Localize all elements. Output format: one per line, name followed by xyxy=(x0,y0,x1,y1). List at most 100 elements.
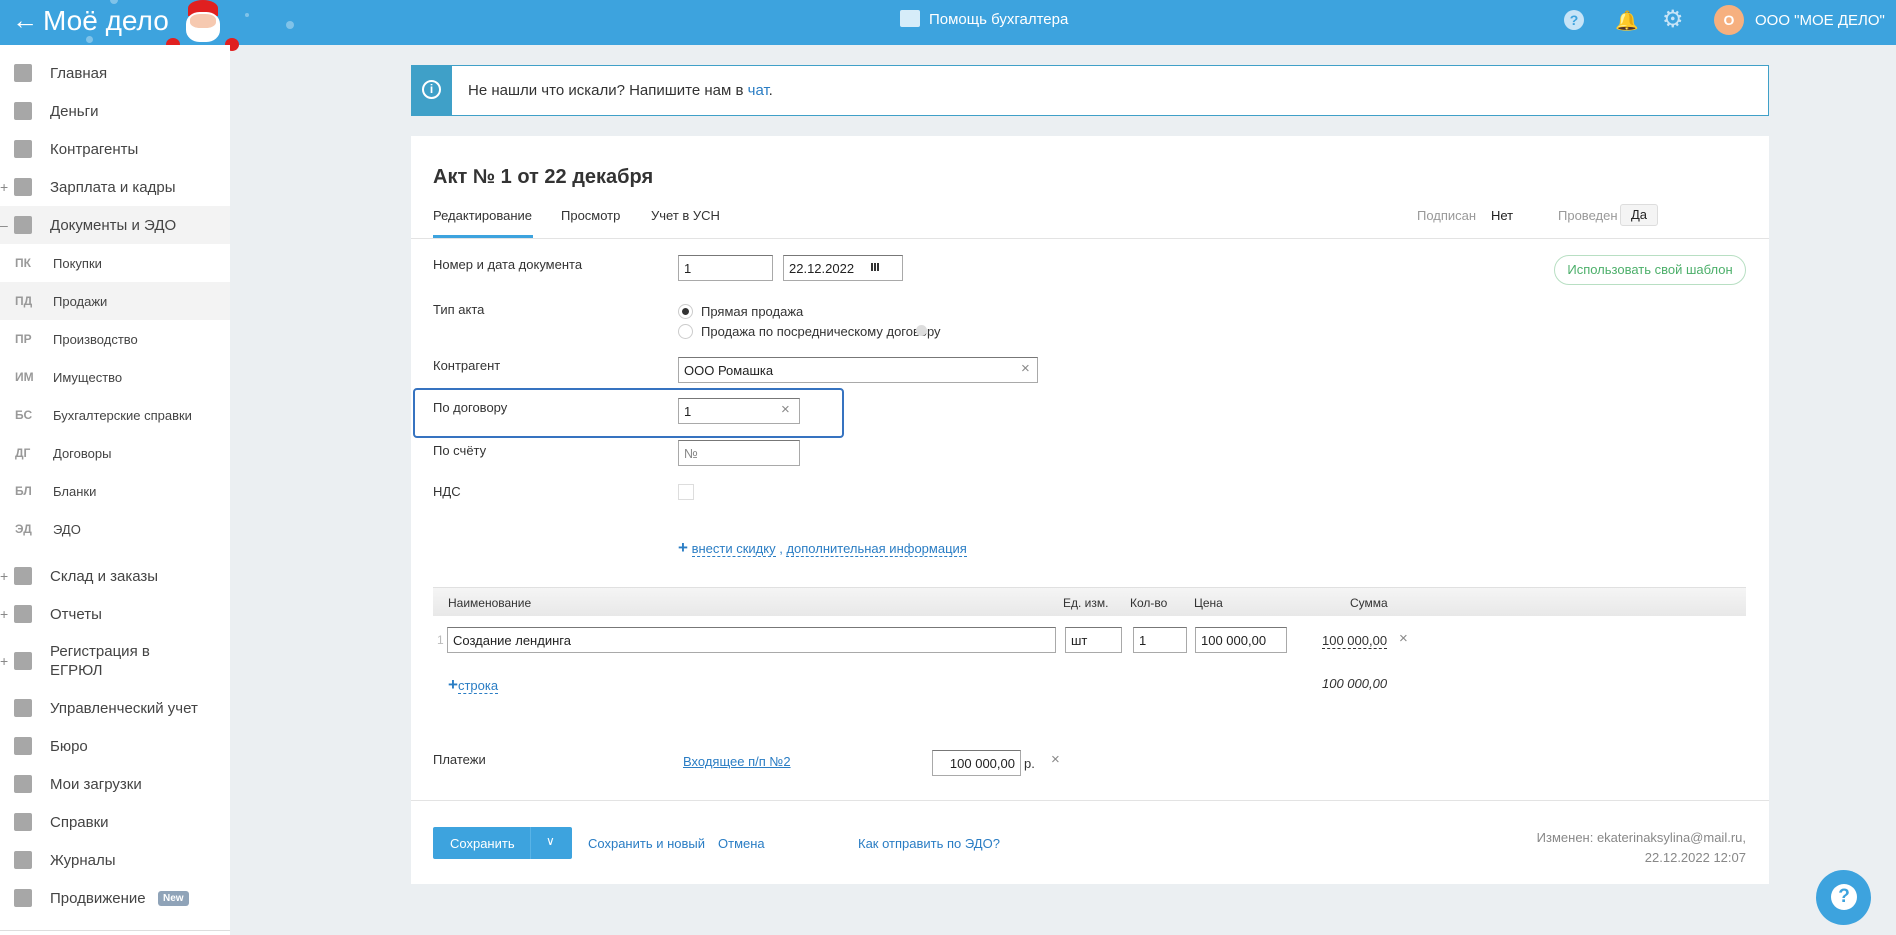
remove-payment-icon[interactable]: × xyxy=(1051,751,1060,768)
doc-date-input[interactable]: 22.12.2022 xyxy=(783,255,903,281)
floating-help-button[interactable]: ? xyxy=(1816,870,1871,925)
expander[interactable]: + xyxy=(0,179,8,195)
sidebar-item2-6[interactable]: Справки xyxy=(0,803,230,841)
posted-toggle[interactable]: Да xyxy=(1620,204,1658,226)
expander[interactable]: + xyxy=(0,653,8,669)
item-name-input[interactable]: Создание лендинга xyxy=(447,627,1056,653)
tab-edit[interactable]: Редактирование xyxy=(433,208,532,223)
item-qty-input[interactable]: 1 xyxy=(1133,627,1187,653)
radio-direct-sale[interactable] xyxy=(678,304,693,319)
sidebar-item2-1[interactable]: + Отчеты xyxy=(0,595,230,633)
col-qty: Кол-во xyxy=(1130,596,1168,610)
doc-number-input[interactable]: 1 xyxy=(678,255,773,281)
signed-value[interactable]: Нет xyxy=(1491,208,1513,223)
back-arrow-icon[interactable]: ← xyxy=(12,5,38,36)
accountant-help-title[interactable]: Помощь бухгалтера xyxy=(929,11,1068,28)
edo-help-link[interactable]: Как отправить по ЭДО? xyxy=(858,836,1000,851)
clear-counterparty-icon[interactable]: × xyxy=(1021,360,1030,377)
add-row-link[interactable]: строка xyxy=(457,678,499,694)
info-icon[interactable] xyxy=(916,325,927,336)
sidebar-item2-8[interactable]: Продвижение New xyxy=(0,879,230,917)
invoice-input[interactable]: № xyxy=(678,440,800,466)
changed-by: Изменен: ekaterinaksylina@mail.ru, xyxy=(1536,830,1746,845)
info-banner: i Не нашли что искали? Напишите нам в ча… xyxy=(411,65,1769,116)
vat-checkbox[interactable] xyxy=(678,484,694,500)
expander[interactable]: – xyxy=(0,217,8,233)
sidebar-item2-5[interactable]: Мои загрузки xyxy=(0,765,230,803)
money-icon xyxy=(14,102,32,120)
radio-agency-sale-label[interactable]: Продажа по посредническому договору xyxy=(701,324,941,339)
expander[interactable]: + xyxy=(0,568,8,584)
chevron-down-icon[interactable]: ∨ xyxy=(546,834,555,848)
sidebar-item-2[interactable]: Контрагенты xyxy=(0,130,230,168)
sidebar-subitem-6[interactable]: БЛ Бланки xyxy=(0,472,230,510)
folder-icon xyxy=(14,775,32,793)
sidebar-item-0[interactable]: Главная xyxy=(0,54,230,92)
cancel-link[interactable]: Отмена xyxy=(718,836,765,851)
sidebar-item2-0[interactable]: + Склад и заказы xyxy=(0,557,230,595)
clear-contract-icon[interactable]: × xyxy=(781,401,790,418)
sidebar-subitem-0[interactable]: ПК Покупки xyxy=(0,244,230,282)
sidebar-item2-7[interactable]: Журналы xyxy=(0,841,230,879)
expander[interactable]: + xyxy=(0,606,8,622)
radio-agency-sale[interactable] xyxy=(678,324,693,339)
certificate-icon xyxy=(14,813,32,831)
counterparty-input[interactable]: ООО Ромашка xyxy=(678,357,1038,383)
sidebar-item-3[interactable]: + Зарплата и кадры xyxy=(0,168,230,206)
add-row[interactable]: +строка xyxy=(448,675,499,695)
payment-link[interactable]: Входящее п/п №2 xyxy=(683,754,791,769)
sidebar-subitem-2[interactable]: ПР Производство xyxy=(0,320,230,358)
payments-label: Платежи xyxy=(433,752,486,767)
contract-label: По договору xyxy=(433,400,508,415)
delete-row-icon[interactable]: × xyxy=(1399,630,1408,647)
discount-link[interactable]: внести скидку xyxy=(691,541,776,557)
item-sum[interactable]: 100 000,00 xyxy=(1322,633,1388,649)
sidebar-subitem-7[interactable]: ЭД ЭДО xyxy=(0,510,230,548)
calendar-icon[interactable] xyxy=(871,263,879,271)
report-icon xyxy=(14,605,32,623)
radio-direct-sale-label[interactable]: Прямая продажа xyxy=(701,304,803,319)
num-date-label: Номер и дата документа xyxy=(433,257,583,272)
journal-icon xyxy=(14,851,32,869)
document-card: Акт № 1 от 22 декабря Редактирование Про… xyxy=(411,136,1769,884)
sidebar-item2-4[interactable]: Бюро xyxy=(0,727,230,765)
invoice-label: По счёту xyxy=(433,443,487,458)
gear-icon[interactable]: ⚙ xyxy=(1662,5,1684,34)
bell-icon[interactable]: 🔔 xyxy=(1615,9,1639,33)
extra-info-link[interactable]: дополнительная информация xyxy=(786,541,967,557)
payment-amount-input[interactable]: 100 000,00 xyxy=(932,750,1021,776)
person-icon xyxy=(14,140,32,158)
sidebar-item-4[interactable]: – Документы и ЭДО xyxy=(0,206,230,244)
sidebar-subitem-5[interactable]: ДГ Договоры xyxy=(0,434,230,472)
extra-links: + внести скидку , дополнительная информа… xyxy=(678,538,967,557)
avatar[interactable]: О xyxy=(1714,5,1744,35)
tab-view[interactable]: Просмотр xyxy=(561,208,620,223)
sidebar-item2-3[interactable]: Управленческий учет xyxy=(0,689,230,727)
logo[interactable]: Моё дело xyxy=(43,5,169,37)
warehouse-icon xyxy=(14,567,32,585)
act-type-label: Тип акта xyxy=(433,302,485,317)
sidebar-subitem-1[interactable]: ПД Продажи xyxy=(0,282,230,320)
sidebar-item2-2[interactable]: + Регистрация в ЕГРЮЛ xyxy=(0,633,230,689)
item-price-input[interactable]: 100 000,00 xyxy=(1195,627,1287,653)
briefcase-icon xyxy=(14,737,32,755)
items-total: 100 000,00 xyxy=(1322,676,1388,691)
item-unit-input[interactable]: шт xyxy=(1065,627,1122,653)
tab-usn[interactable]: Учет в УСН xyxy=(651,208,720,223)
new-badge: New xyxy=(158,890,189,906)
sidebar-subitem-3[interactable]: ИМ Имущество xyxy=(0,358,230,396)
chat-link[interactable]: чат xyxy=(748,82,769,99)
sidebar-item-1[interactable]: Деньги xyxy=(0,92,230,130)
sidebar: Главная Деньги Контрагенты + Зарплата и кадр… xyxy=(0,45,230,935)
accountant-help-icon xyxy=(900,10,920,27)
signed-label: Подписан xyxy=(1417,208,1477,223)
info-icon-bar: i xyxy=(412,66,452,115)
sidebar-subitem-4[interactable]: БС Бухгалтерские справки xyxy=(0,396,230,434)
col-sum: Сумма xyxy=(1350,596,1388,610)
save-and-new-link[interactable]: Сохранить и новый xyxy=(588,836,705,851)
help-icon[interactable]: ? xyxy=(1564,10,1584,30)
save-button[interactable]: Сохранить ∨ xyxy=(433,827,572,859)
vat-label: НДС xyxy=(433,484,461,499)
company-name[interactable]: ООО "МОЕ ДЕЛО" xyxy=(1755,12,1885,29)
use-template-button[interactable]: Использовать свой шаблон xyxy=(1554,255,1746,285)
